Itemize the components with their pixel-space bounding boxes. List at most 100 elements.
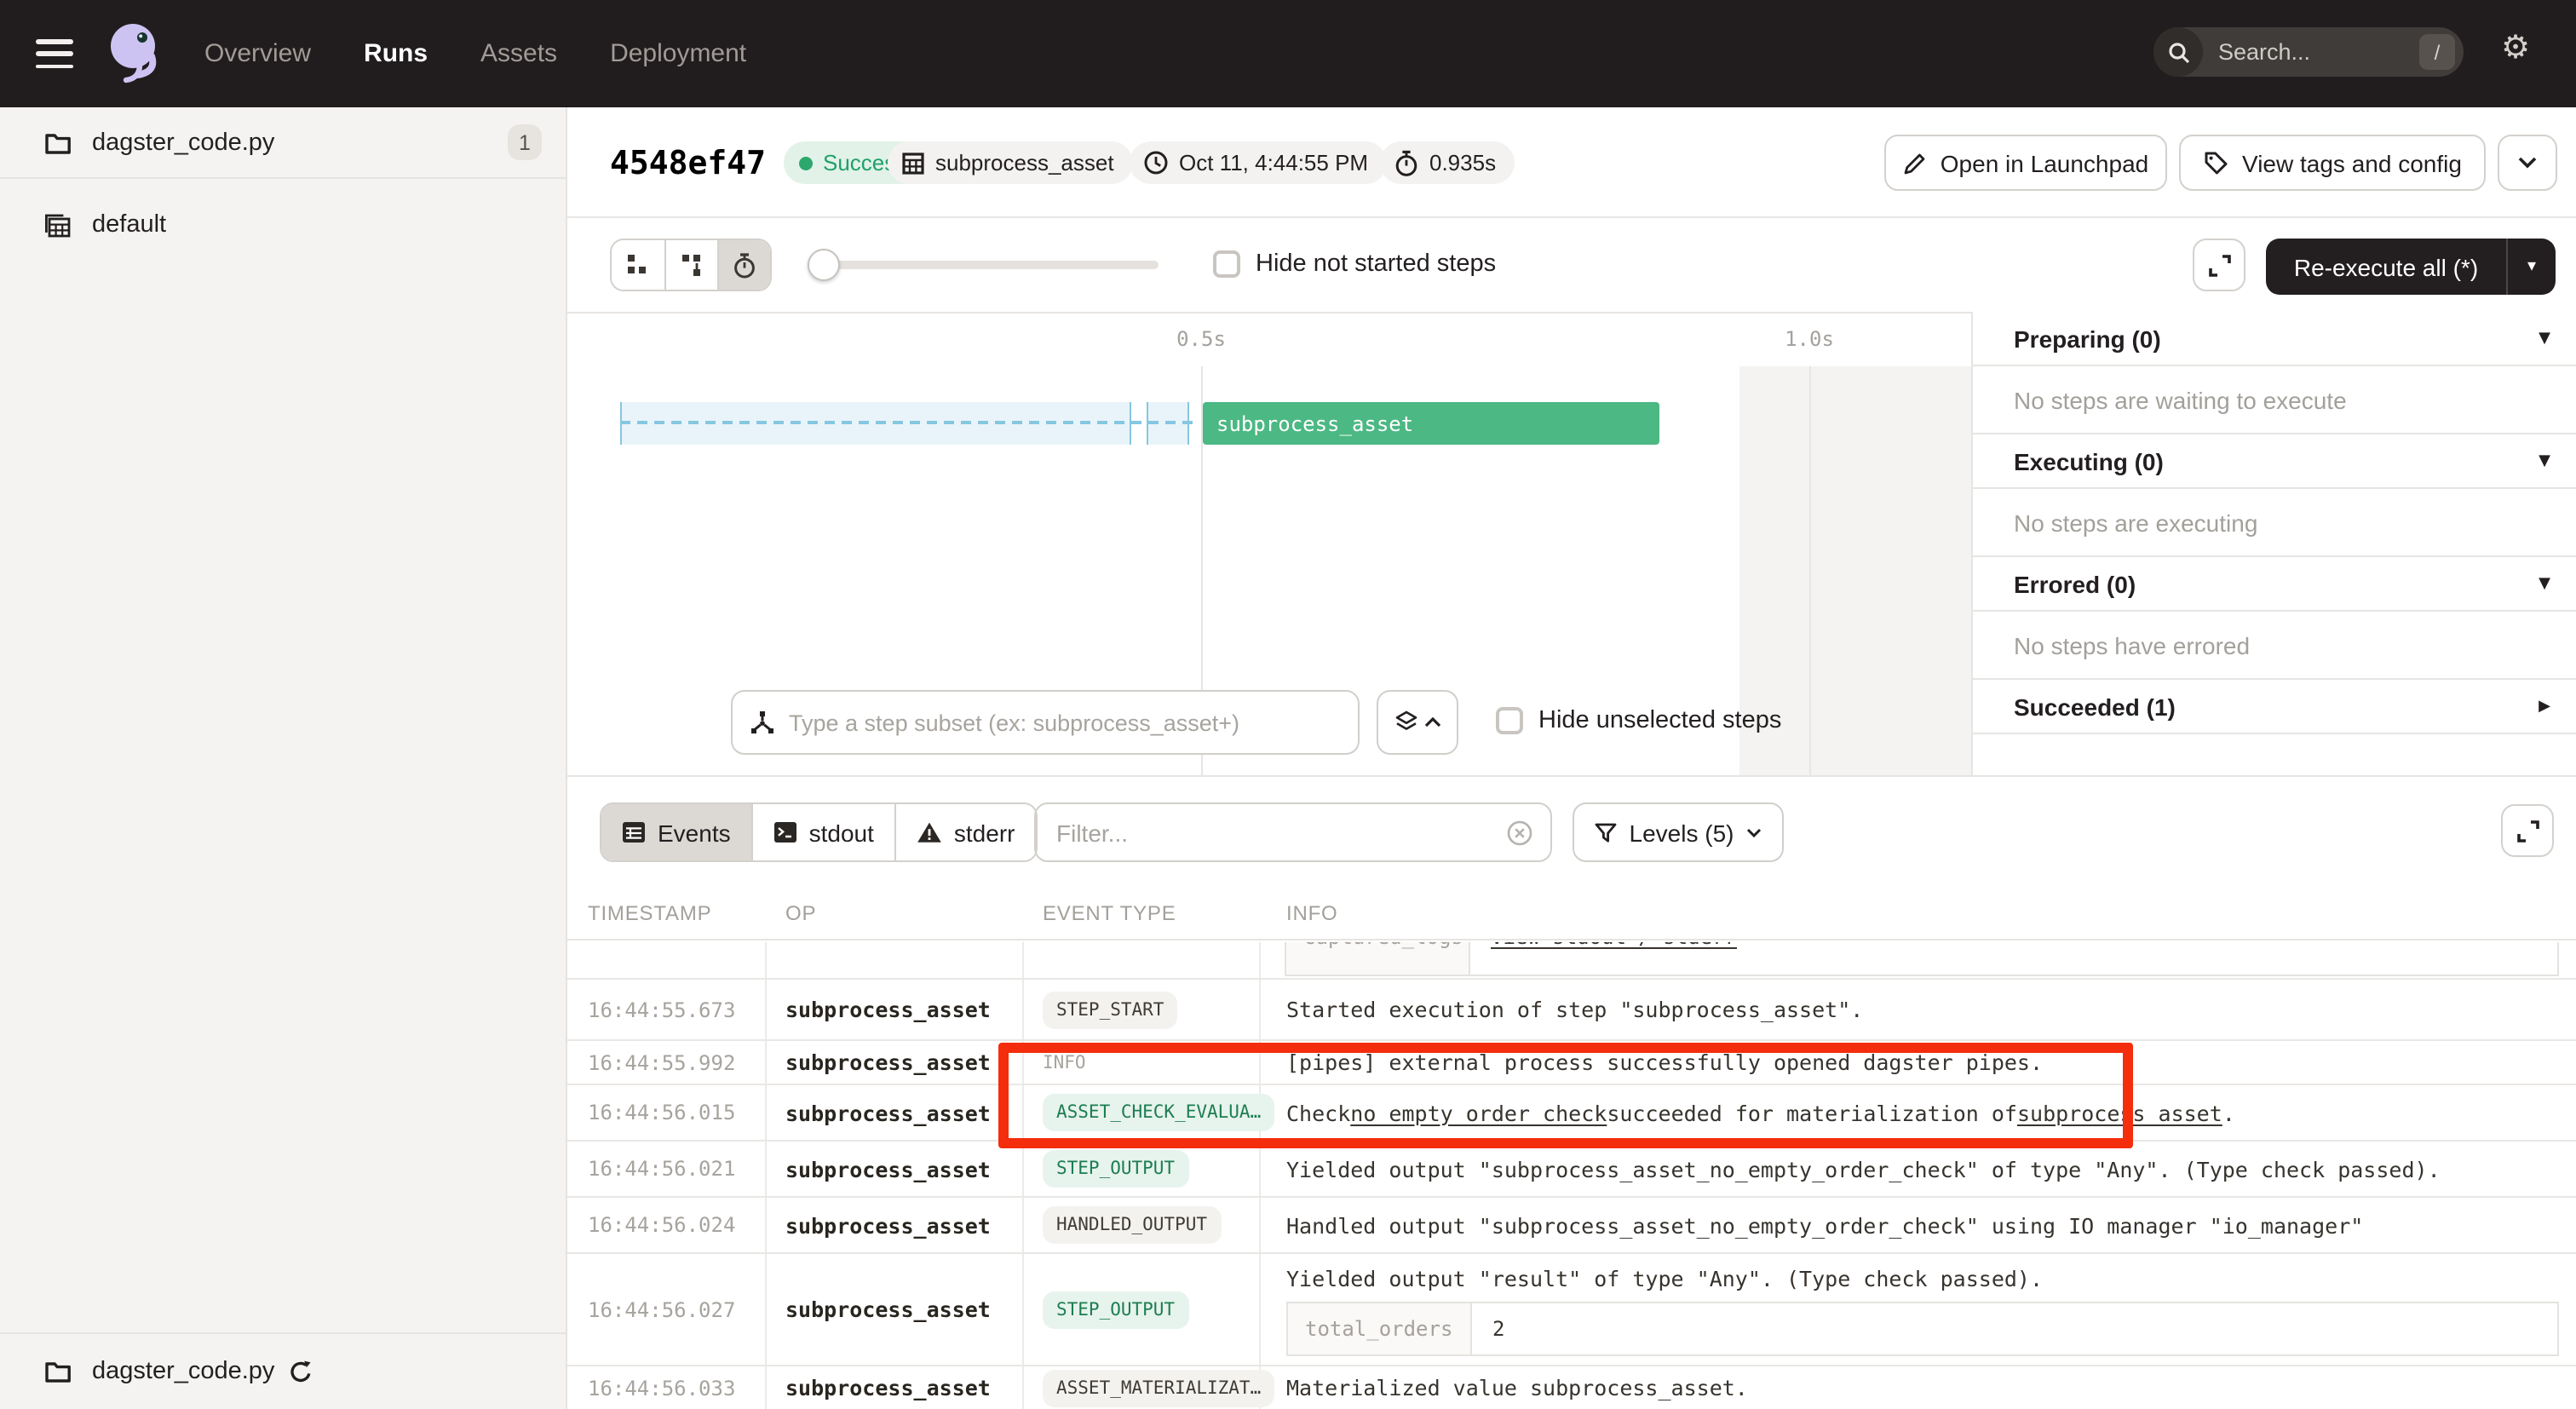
table-row[interactable]: 16:44:56.021subprocess_assetSTEP_OUTPUTY… xyxy=(567,1142,2576,1198)
step-subset-row: Hide unselected steps xyxy=(567,690,1971,758)
table-row[interactable]: 16:44:55.673subprocess_assetSTEP_STARTSt… xyxy=(567,980,2576,1041)
tag-icon xyxy=(2203,150,2228,175)
cell-info: Handled output "subprocess_asset_no_empt… xyxy=(1261,1198,2576,1252)
hide-unselected-checkbox-row: Hide unselected steps xyxy=(1496,707,1781,734)
event-type-chip: STEP_START xyxy=(1043,991,1177,1028)
status-dot-icon xyxy=(799,156,813,170)
reload-icon[interactable] xyxy=(288,1359,313,1384)
zoom-slider-track[interactable] xyxy=(808,261,1159,269)
event-type-chip: ASSET_CHECK_EVALUA… xyxy=(1043,1094,1274,1131)
hamburger-menu-icon[interactable] xyxy=(36,39,73,68)
sidebar-item-count-badge: 1 xyxy=(508,124,542,160)
nav-link-deployment[interactable]: Deployment xyxy=(610,39,746,68)
search-input[interactable]: Search... / xyxy=(2153,27,2464,77)
gear-icon[interactable]: ⚙ xyxy=(2501,32,2530,65)
chevron-up-icon xyxy=(1423,717,1440,728)
gantt-step-bar[interactable]: subprocess_asset xyxy=(1203,402,1659,445)
dagster-logo-icon[interactable] xyxy=(101,20,165,89)
search-icon xyxy=(2153,27,2203,77)
search-shortcut-key: / xyxy=(2419,34,2455,70)
table-row[interactable]: 16:44:56.027subprocess_assetSTEP_OUTPUTY… xyxy=(567,1254,2576,1366)
hide-not-started-checkbox[interactable] xyxy=(1213,250,1240,278)
reexecute-all-label[interactable]: Re-execute all (*) xyxy=(2266,239,2506,295)
hide-unselected-checkbox[interactable] xyxy=(1496,707,1523,734)
panel-section-succeeded[interactable]: Succeeded (1)▶ xyxy=(1973,680,2576,734)
duration-chip[interactable]: 0.935s xyxy=(1380,141,1515,184)
panel-section-executing[interactable]: Executing (0)▼ xyxy=(1973,434,2576,489)
panel-section-errored[interactable]: Errored (0)▼ xyxy=(1973,557,2576,612)
metadata-table: total_orders2 xyxy=(1286,1302,2559,1356)
open-in-launchpad-button[interactable]: Open in Launchpad xyxy=(1884,135,2167,191)
sidebar-item-job-default[interactable]: default xyxy=(0,199,566,250)
table-row[interactable]: captured_logsView stdout / stderr xyxy=(567,942,2576,980)
reexecute-all-button: Re-execute all (*) ▾ xyxy=(2266,239,2556,295)
panel-section-preparing[interactable]: Preparing (0)▼ xyxy=(1973,312,2576,366)
log-filter-input[interactable] xyxy=(1034,802,1552,862)
chevron-down-icon: ▼ xyxy=(2539,330,2550,347)
cell-op xyxy=(767,942,1024,978)
expand-icon xyxy=(2207,253,2231,277)
cell-event-type xyxy=(1024,942,1261,978)
tab-stdout[interactable]: stdout xyxy=(751,804,894,860)
terminal-icon xyxy=(773,821,797,843)
gantt-fullscreen-button[interactable] xyxy=(2193,239,2245,291)
cell-timestamp: 16:44:56.033 xyxy=(567,1366,767,1409)
levels-filter-button[interactable]: Levels (5) xyxy=(1573,802,1784,862)
cell-event-type: STEP_OUTPUT xyxy=(1024,1254,1261,1365)
nav-links: Overview Runs Assets Deployment xyxy=(204,0,746,107)
info-link[interactable]: subprocess_asset xyxy=(2017,1100,2222,1125)
view-tags-config-button[interactable]: View tags and config xyxy=(2179,135,2486,191)
cell-op: subprocess_asset xyxy=(767,1085,1024,1140)
gantt-view-mode-toggle xyxy=(610,239,772,291)
cell-timestamp: 16:44:55.673 xyxy=(567,980,767,1039)
nav-link-overview[interactable]: Overview xyxy=(204,39,311,68)
cell-event-type: ASSET_MATERIALIZAT… xyxy=(1024,1366,1261,1409)
warning-icon xyxy=(917,821,942,843)
cell-op: subprocess_asset xyxy=(767,1254,1024,1365)
view-mode-waterfall-button[interactable] xyxy=(664,240,717,290)
graph-query-toggle-button[interactable] xyxy=(1377,690,1458,755)
metadata-key: captured_logs xyxy=(1286,942,1470,975)
sidebar-item-code-location[interactable]: dagster_code.py 1 xyxy=(0,107,566,179)
panel-message: No steps are waiting to execute xyxy=(1973,366,2576,434)
step-subset-input[interactable] xyxy=(731,690,1360,755)
log-filter-text-input[interactable] xyxy=(1056,819,1506,846)
view-mode-flat-button[interactable] xyxy=(612,240,664,290)
sidebar-footer-code-location: dagster_code.py xyxy=(0,1332,566,1409)
run-actions-dropdown-button[interactable] xyxy=(2498,135,2557,191)
nav-link-assets[interactable]: Assets xyxy=(480,39,557,68)
step-subset-text-input[interactable] xyxy=(789,710,1358,735)
table-row[interactable]: 16:44:56.033subprocess_assetASSET_MATERI… xyxy=(567,1366,2576,1409)
log-toolbar: Events stdout stderr Levels (5) xyxy=(567,775,2576,886)
asset-chip[interactable]: subprocess_asset xyxy=(888,141,1133,184)
info-link[interactable]: no_empty_order_check xyxy=(1350,1100,1607,1125)
funnel-icon xyxy=(1596,822,1618,843)
cell-timestamp: 16:44:56.021 xyxy=(567,1142,767,1196)
log-fullscreen-button[interactable] xyxy=(2501,804,2554,857)
event-type-chip: HANDLED_OUTPUT xyxy=(1043,1206,1221,1244)
cell-op: subprocess_asset xyxy=(767,1142,1024,1196)
metadata-value[interactable]: View stdout / stderr xyxy=(1470,942,2557,975)
nav-link-runs[interactable]: Runs xyxy=(364,39,428,68)
tab-events[interactable]: Events xyxy=(601,804,751,860)
clear-filter-icon[interactable] xyxy=(1506,819,1533,846)
column-header-event-type: EVENT TYPE xyxy=(1024,900,1261,924)
cell-timestamp: 16:44:56.024 xyxy=(567,1198,767,1252)
cell-info: Materialized value subprocess_asset. xyxy=(1261,1366,2576,1409)
timestamp-chip[interactable]: Oct 11, 4:44:55 PM xyxy=(1130,141,1387,184)
view-mode-timed-button[interactable] xyxy=(717,240,770,290)
reexecute-dropdown-button[interactable]: ▾ xyxy=(2506,239,2556,295)
table-icon xyxy=(622,821,646,843)
table-row[interactable]: 16:44:56.015subprocess_assetASSET_CHECK_… xyxy=(567,1085,2576,1142)
table-row[interactable]: 16:44:56.024subprocess_assetHANDLED_OUTP… xyxy=(567,1198,2576,1254)
chevron-right-icon: ▶ xyxy=(2539,698,2550,715)
cell-info: Started execution of step "subprocess_as… xyxy=(1261,980,2576,1039)
table-row[interactable]: 16:44:55.992subprocess_assetINFO[pipes] … xyxy=(567,1041,2576,1085)
cell-op: subprocess_asset xyxy=(767,1366,1024,1409)
tab-stderr[interactable]: stderr xyxy=(894,804,1036,860)
zoom-slider-handle[interactable] xyxy=(808,249,840,281)
cell-timestamp: 16:44:55.992 xyxy=(567,1041,767,1084)
step-status-panel: Preparing (0)▼ No steps are waiting to e… xyxy=(1971,312,2576,775)
cell-event-type: ASSET_CHECK_EVALUA… xyxy=(1024,1085,1261,1140)
cell-op: subprocess_asset xyxy=(767,1041,1024,1084)
